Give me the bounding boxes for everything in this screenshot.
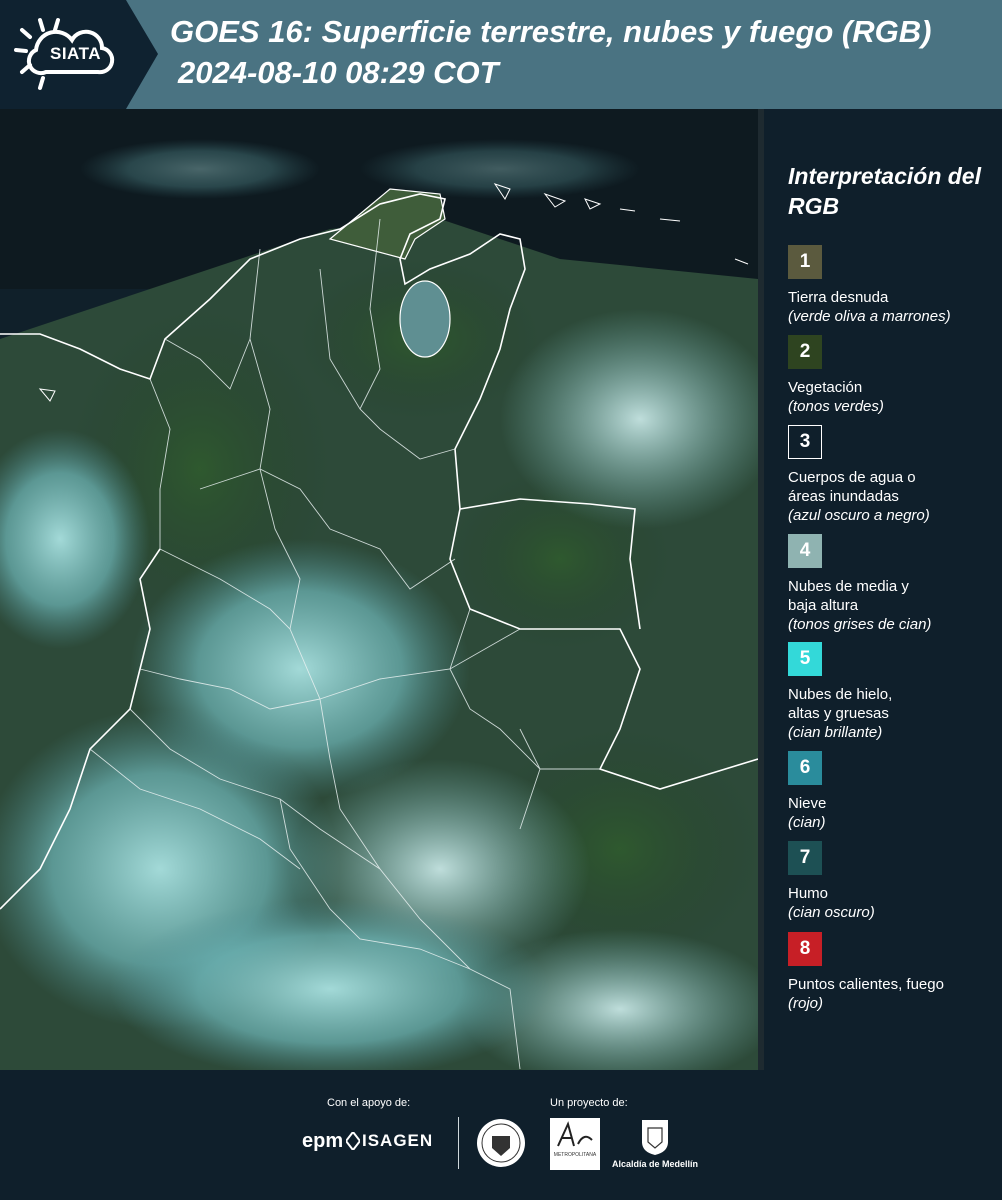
- legend-item-note: (cian brillante): [788, 724, 883, 741]
- isagen-icon: [346, 1132, 360, 1150]
- legend-item-note: (verde oliva a marrones): [788, 308, 951, 325]
- page-title: GOES 16: Superficie terrestre, nubes y f…: [170, 14, 932, 49]
- legend-item-label: Tierra desnuda: [788, 289, 889, 306]
- epm-logo[interactable]: epm: [302, 1130, 343, 1153]
- legend-swatch: 2: [788, 335, 822, 369]
- legend-swatch: 4: [788, 534, 822, 568]
- legend-item-label: Nubes de hielo, altas y gruesas: [788, 686, 893, 722]
- siata-logo-text: SIATA: [50, 44, 101, 63]
- legend-item-label: Nubes de media y baja altura: [788, 578, 909, 614]
- legend-item-note: (tonos grises de cian): [788, 616, 932, 633]
- legend-item-label: Puntos calientes, fuego: [788, 976, 944, 993]
- support-label: Con el apoyo de:: [327, 1097, 411, 1109]
- header-bar: SIATA GOES 16: Superficie terrestre, nub…: [0, 0, 1002, 109]
- area-metropolitana-logo[interactable]: METROPOLITANA: [550, 1118, 600, 1170]
- legend-item-label: Vegetación: [788, 379, 863, 396]
- legend-item-7: 7 Humo (cian oscuro): [788, 841, 998, 922]
- legend-item-3: 3 Cuerpos de agua o áreas inundadas (azu…: [788, 425, 998, 525]
- legend-item-label: Nieve: [788, 795, 827, 812]
- area-script-icon: [557, 1121, 593, 1147]
- legend-item-note: (tonos verdes): [788, 398, 884, 415]
- legend-item-note: (cian oscuro): [788, 904, 875, 921]
- legend-item-4: 4 Nubes de media y baja altura (tonos gr…: [788, 534, 998, 634]
- legend-swatch: 6: [788, 751, 822, 785]
- project-label: Un proyecto de:: [550, 1097, 628, 1109]
- medellin-label: Alcaldía de Medellín: [612, 1159, 699, 1169]
- legend-item-1: 1 Tierra desnuda (verde oliva a marrones…: [788, 245, 998, 326]
- footer: Con el apoyo de: Un proyecto de: epm ISA…: [0, 1070, 1002, 1200]
- legend-item-note: (azul oscuro a negro): [788, 507, 930, 524]
- legend-swatch: 3: [788, 425, 822, 459]
- legend-item-note: (rojo): [788, 995, 824, 1012]
- legend-item-8: 8 Puntos calientes, fuego (rojo): [788, 932, 998, 1013]
- medellin-shield-icon[interactable]: [640, 1118, 670, 1156]
- legend-item-2: 2 Vegetación (tonos verdes): [788, 335, 998, 416]
- page-timestamp: 2024-08-10 08:29 COT: [178, 55, 499, 90]
- legend-item-5: 5 Nubes de hielo, altas y gruesas (cian …: [788, 642, 998, 742]
- isagen-logo[interactable]: ISAGEN: [362, 1131, 433, 1151]
- legend-swatch: 1: [788, 245, 822, 279]
- satellite-map[interactable]: [0, 109, 758, 1070]
- legend-swatch: 7: [788, 841, 822, 875]
- legend-swatch: 8: [788, 932, 822, 966]
- legend-panel: Interpretación del RGB 1 Tierra desnuda …: [764, 109, 1002, 1070]
- legend-item-label: Cuerpos de agua o áreas inundadas: [788, 469, 916, 505]
- legend-swatch: 5: [788, 642, 822, 676]
- legend-item-label: Humo: [788, 885, 829, 902]
- university-seal-icon[interactable]: [476, 1118, 526, 1168]
- legend-item-note: (cian): [788, 814, 826, 831]
- legend-item-6: 6 Nieve (cian): [788, 751, 998, 832]
- area-logo-text: METROPOLITANA: [553, 1152, 597, 1158]
- legend-title: Interpretación del RGB: [788, 163, 981, 219]
- footer-divider: [458, 1117, 459, 1169]
